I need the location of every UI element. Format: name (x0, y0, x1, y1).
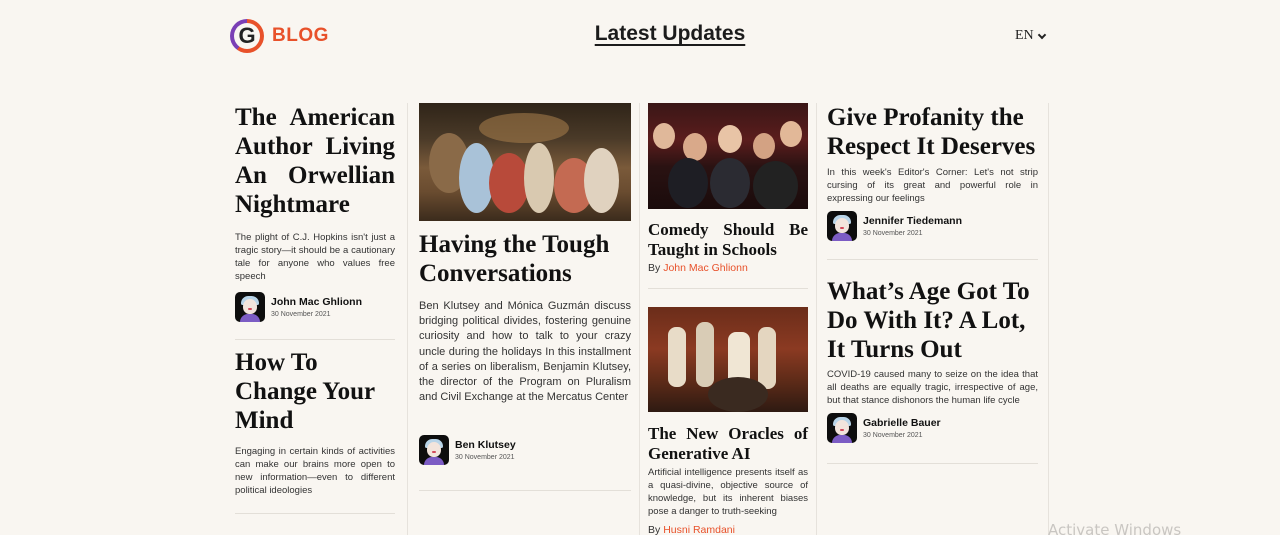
page-title: Latest Updates (594, 22, 746, 45)
article-column-3: Comedy Should Be Taught in Schools By Jo… (648, 103, 808, 535)
language-label: EN (1015, 28, 1034, 43)
article-excerpt: COVID-19 caused many to seize on the ide… (827, 369, 1038, 406)
article-excerpt: The plight of C.J. Hopkins isn't just a … (235, 232, 395, 282)
avatar (235, 292, 265, 322)
author-block[interactable]: Ben Klutsey 30 November 2021 (419, 435, 631, 466)
divider (827, 463, 1038, 464)
author-name: Gabrielle Bauer (863, 417, 941, 429)
article-card[interactable]: Comedy Should Be Taught in Schools By Jo… (648, 103, 808, 274)
article-title[interactable]: The American Author Living An Orwellian … (235, 103, 395, 219)
article-card[interactable]: How To Change Your Mind Engaging in cert… (235, 348, 395, 497)
byline-label: By (648, 262, 661, 274)
article-excerpt: Engaging in certain kinds of activities … (235, 446, 395, 496)
article-title[interactable]: Having the Tough Conversations (419, 230, 631, 288)
avatar (419, 435, 449, 466)
avatar (827, 413, 857, 443)
article-column-4: Give Profanity the Respect It Deserves I… (827, 103, 1038, 535)
article-card[interactable]: The New Oracles of Generative AI Artific… (648, 307, 808, 535)
publish-date: 30 November 2021 (863, 432, 923, 439)
divider (648, 288, 808, 289)
byline: By John Mac Ghlionn (648, 262, 808, 274)
divider (235, 513, 395, 514)
site-header: G BLOG Latest Updates EN (0, 0, 1280, 72)
article-title[interactable]: Comedy Should Be Taught in Schools (648, 220, 808, 260)
article-title[interactable]: What’s Age Got To Do With It? A Lot, It … (827, 277, 1038, 364)
author-block[interactable]: Jennifer Tiedemann 30 November 2021 (827, 211, 1038, 241)
publish-date: 30 November 2021 (271, 311, 331, 318)
divider (235, 339, 395, 340)
byline: By Husni Ramdani (648, 524, 808, 535)
article-column-2: Having the Tough Conversations Ben Kluts… (419, 103, 631, 535)
logo-letter: G (238, 23, 256, 48)
divider (827, 259, 1038, 260)
divider (419, 490, 631, 492)
author-block[interactable]: Gabrielle Bauer 30 November 2021 (827, 413, 1038, 443)
article-column-1: The American Author Living An Orwellian … (235, 103, 395, 535)
column-divider (639, 103, 640, 535)
chevron-down-icon (1037, 30, 1046, 39)
author-name: Ben Klutsey (455, 439, 516, 452)
author-link[interactable]: Husni Ramdani (663, 524, 735, 535)
article-card[interactable]: The American Author Living An Orwellian … (235, 103, 395, 322)
publish-date: 30 November 2021 (455, 454, 515, 462)
author-link[interactable]: John Mac Ghlionn (663, 262, 748, 274)
column-divider (407, 103, 408, 535)
article-title[interactable]: How To Change Your Mind (235, 348, 395, 435)
article-image[interactable] (648, 307, 808, 412)
column-divider (1048, 103, 1049, 535)
author-block[interactable]: John Mac Ghlionn 30 November 2021 (235, 292, 395, 322)
article-image[interactable] (648, 103, 808, 209)
article-image[interactable] (419, 103, 631, 221)
os-activation-watermark: Activate Windows (1048, 521, 1182, 535)
column-divider (816, 103, 817, 535)
article-excerpt: In this week's Editor's Corner: Let's no… (827, 167, 1038, 204)
avatar (827, 211, 857, 241)
byline-label: By (648, 524, 661, 535)
article-title[interactable]: Give Profanity the Respect It Deserves (827, 103, 1038, 161)
article-card[interactable]: What’s Age Got To Do With It? A Lot, It … (827, 277, 1038, 443)
language-selector[interactable]: EN (1015, 28, 1046, 44)
author-name: Jennifer Tiedemann (863, 215, 963, 227)
article-excerpt: Artificial intelligence presents itself … (648, 467, 808, 517)
author-name: John Mac Ghlionn (271, 296, 362, 308)
article-excerpt: Ben Klutsey and Mónica Guzmán discuss br… (419, 300, 631, 404)
article-card[interactable]: Having the Tough Conversations Ben Kluts… (419, 103, 631, 466)
article-card[interactable]: Give Profanity the Respect It Deserves I… (827, 103, 1038, 241)
logo-ring-icon: G (230, 19, 264, 53)
publish-date: 30 November 2021 (863, 230, 923, 237)
article-title[interactable]: The New Oracles of Generative AI (648, 424, 808, 464)
